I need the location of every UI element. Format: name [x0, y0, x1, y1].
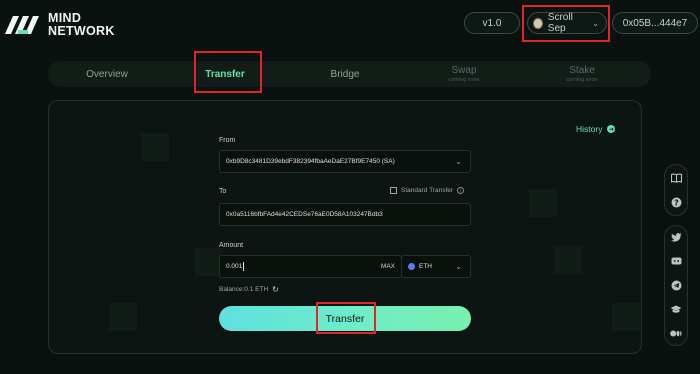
history-label: History: [576, 124, 603, 134]
chevron-down-icon: ⌄: [592, 18, 599, 28]
wallet-address-button[interactable]: 0x05B...444e7: [612, 12, 698, 34]
tab-bridge[interactable]: Bridge: [305, 61, 385, 87]
decorative-square: [109, 303, 137, 331]
logo[interactable]: MIND NETWORK: [4, 12, 115, 38]
decorative-square: [194, 248, 222, 276]
medium-icon[interactable]: [670, 327, 682, 339]
telegram-icon[interactable]: [670, 279, 682, 291]
token-value: ETH: [419, 263, 432, 270]
education-icon[interactable]: [670, 303, 682, 315]
from-label: From: [219, 137, 236, 144]
tab-label: Transfer: [205, 68, 245, 80]
network-name: Scroll Sep: [547, 12, 573, 34]
network-selector[interactable]: Scroll Sep ⌄: [527, 12, 607, 34]
side-bar-docs: ?: [664, 164, 688, 216]
standard-transfer-option[interactable]: Standard Transfer i: [390, 187, 465, 194]
to-label: To: [219, 188, 227, 195]
amount-value: 0.001: [226, 263, 243, 270]
refresh-icon[interactable]: ↻: [272, 285, 279, 294]
to-address-value: 0x0a5116bfbFAd4e42CEDSe76aE0D58A103247Bd…: [226, 211, 383, 218]
max-button[interactable]: MAX: [381, 263, 395, 270]
decorative-square: [612, 303, 640, 331]
balance-info: Balance:0.1 ETH ↻: [219, 285, 279, 294]
logo-text-line2: NETWORK: [48, 24, 115, 38]
network-globe-icon: [533, 17, 543, 29]
tab-swap: Swap coming soon: [424, 61, 504, 87]
eth-icon: [408, 263, 415, 270]
coming-soon-label: coming soon: [448, 77, 480, 83]
tab-transfer[interactable]: Transfer: [185, 61, 265, 87]
amount-label: Amount: [219, 242, 244, 249]
amount-input[interactable]: 0.001 MAX: [219, 255, 402, 278]
standard-transfer-checkbox[interactable]: [390, 187, 397, 194]
chevron-down-icon: ⌄: [455, 262, 462, 271]
from-account-value: 0xb9D8c3481D39ebdF382394fbaAeDaE27Bf9E74…: [226, 158, 395, 165]
tab-bar: Overview Transfer Bridge Swap coming soo…: [48, 61, 651, 87]
discord-icon[interactable]: [670, 256, 682, 268]
twitter-icon[interactable]: [670, 232, 682, 244]
info-icon[interactable]: i: [457, 187, 465, 194]
tab-label: Bridge: [330, 68, 360, 80]
tab-label: Stake: [569, 65, 595, 76]
mind-network-logo-icon: [5, 16, 39, 34]
arrow-right-icon: ➜: [607, 125, 616, 133]
decorative-square: [554, 246, 582, 274]
tab-overview[interactable]: Overview: [67, 61, 147, 87]
transfer-button[interactable]: Transfer: [219, 306, 471, 331]
token-select[interactable]: ETH ⌄: [401, 255, 471, 278]
balance-text: Balance:0.1 ETH: [219, 286, 269, 293]
to-address-input[interactable]: 0x0a5116bfbFAd4e42CEDSe76aE0D58A103247Bd…: [219, 203, 471, 226]
text-cursor: [243, 262, 245, 271]
coming-soon-label: coming soon: [566, 77, 598, 83]
side-bar-social: [664, 225, 688, 346]
decorative-square: [529, 189, 557, 217]
docs-icon[interactable]: [670, 172, 682, 184]
decorative-square: [141, 133, 169, 161]
svg-text:?: ?: [674, 198, 679, 207]
tab-label: Overview: [86, 68, 128, 80]
history-link[interactable]: History ➜: [576, 124, 616, 134]
help-icon[interactable]: ?: [670, 197, 682, 209]
tab-label: Swap: [451, 65, 477, 76]
from-account-select[interactable]: 0xb9D8c3481D39ebdF382394fbaAeDaE27Bf9E74…: [219, 150, 471, 173]
chevron-down-icon: ⌄: [455, 157, 462, 166]
version-badge: v1.0: [464, 12, 520, 34]
standard-transfer-label: Standard Transfer: [401, 187, 454, 194]
tab-stake: Stake coming soon: [542, 61, 622, 87]
